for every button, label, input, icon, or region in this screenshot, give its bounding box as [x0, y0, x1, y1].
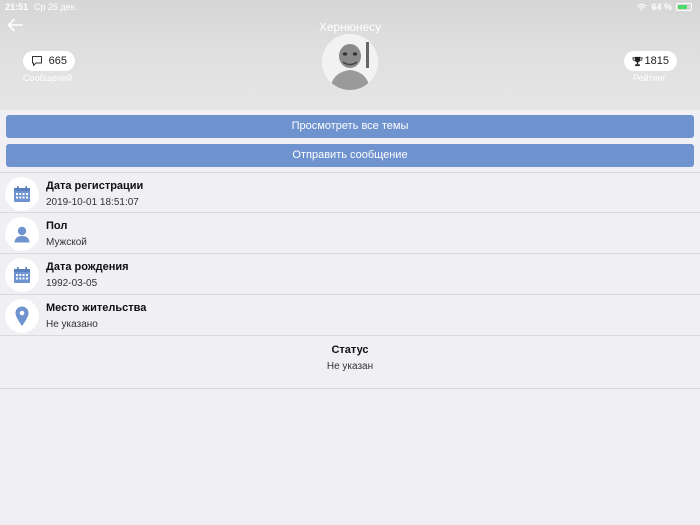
trophy-icon — [632, 56, 643, 66]
rating-label: Рейтинг — [633, 73, 667, 83]
battery-percent: 64 % — [651, 2, 672, 12]
info-title: Дата регистрации — [46, 180, 144, 192]
status-section: Статус Не указан — [0, 336, 700, 389]
status-title: Статус — [331, 344, 369, 356]
status-bar: 21:51 Ср 25 дек. 64 % — [0, 0, 700, 14]
info-title: Пол — [46, 220, 68, 232]
profile-username: Хернюнесу — [318, 20, 382, 34]
posts-label: Сообщений — [23, 73, 72, 83]
info-row-gender: Пол Мужской — [0, 213, 700, 254]
status-right: 64 % — [636, 2, 692, 12]
info-row-location: Место жительства Не указано — [0, 295, 700, 336]
view-all-topics-button[interactable]: Просмотреть все темы — [6, 115, 694, 138]
profile-header: 21:51 Ср 25 дек. 64 % Хернюнесу 665 Сооб… — [0, 0, 700, 110]
person-icon — [5, 217, 39, 251]
location-pin-icon — [5, 299, 39, 333]
info-row-birthdate: Дата рождения 1992-03-05 — [0, 254, 700, 295]
status-time: 21:51 — [5, 2, 29, 12]
wifi-icon — [637, 3, 647, 11]
posts-count: 665 — [48, 55, 67, 67]
info-value: 1992-03-05 — [46, 278, 98, 289]
rating-pill[interactable]: 1815 — [624, 51, 677, 71]
info-row-registration: Дата регистрации 2019-10-01 18:51:07 — [0, 172, 700, 213]
status-date: Ср 25 дек. — [34, 2, 78, 12]
send-message-button[interactable]: Отправить сообщение — [6, 144, 694, 167]
info-title: Место жительства — [46, 302, 147, 314]
profile-info-list: Дата регистрации 2019-10-01 18:51:07 Пол… — [0, 172, 700, 389]
info-value: Не указано — [46, 319, 98, 330]
avatar-image — [322, 34, 378, 90]
info-value: 2019-10-01 18:51:07 — [46, 197, 139, 208]
info-value: Мужской — [46, 237, 87, 248]
status-value: Не указан — [326, 361, 374, 372]
calendar-icon — [5, 258, 39, 292]
calendar-icon — [5, 177, 39, 211]
avatar[interactable] — [322, 34, 378, 90]
posts-count-pill[interactable]: 665 — [23, 51, 75, 71]
chat-bubble-icon — [32, 56, 42, 66]
rating-count: 1815 — [644, 55, 669, 67]
battery-icon — [676, 3, 692, 11]
info-title: Дата рождения — [46, 261, 129, 273]
